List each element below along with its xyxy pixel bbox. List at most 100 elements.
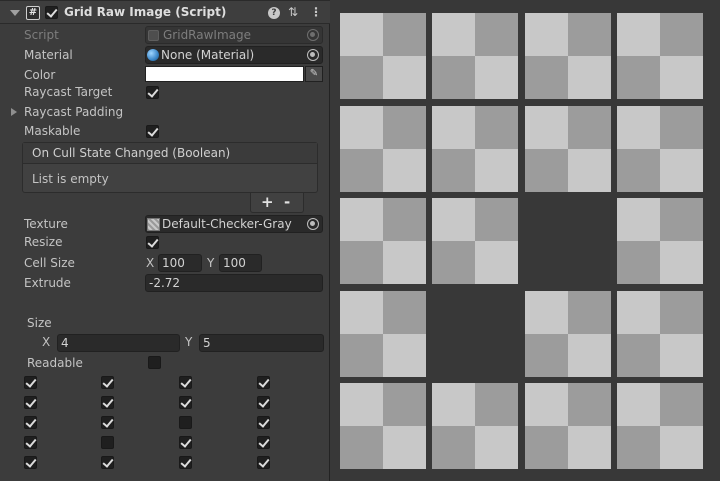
resize-label: Resize [24,235,63,249]
color-swatch[interactable] [145,66,304,82]
checker-cell [340,106,426,192]
checker-cell [617,106,703,192]
readable-checkbox[interactable] [148,356,161,369]
cell-toggle-checkbox[interactable] [179,396,192,409]
texture-picker-icon[interactable] [307,218,319,230]
grid-image-preview [331,0,720,481]
checker-cell [525,291,611,377]
size-x-value: 4 [61,336,69,350]
cell-toggle-checkbox[interactable] [24,456,37,469]
size-y-field[interactable]: 5 [199,334,324,352]
texture-value: Default-Checker-Gray [162,217,292,231]
size-x-field[interactable]: 4 [57,334,180,352]
checker-cell [617,198,703,284]
checker-cell [525,106,611,192]
maskable-label: Maskable [24,124,81,138]
cell-size-y-value: 100 [223,256,246,270]
cell-toggle-checkbox[interactable] [24,436,37,449]
cell-toggle-checkbox[interactable] [24,376,37,389]
maskable-checkbox[interactable] [146,125,159,138]
material-label: Material [24,48,73,62]
inspector-panel: # Grid Raw Image (Script) ? ⇅ ⋮ Script G… [0,0,330,481]
checker-cell [340,291,426,377]
color-label: Color [24,68,56,82]
checker-cell [525,383,611,469]
checker-cell [525,13,611,99]
cell-size-x-field[interactable]: 100 [158,254,202,272]
cell-toggle-checkbox[interactable] [257,436,270,449]
component-title: Grid Raw Image (Script) [64,5,227,19]
cell-toggle-checkbox[interactable] [257,376,270,389]
cull-state-event-list: On Cull State Changed (Boolean) List is … [22,142,318,193]
add-event-button[interactable]: + [261,193,274,211]
event-list-title: On Cull State Changed (Boolean) [32,146,231,160]
checker-cell [617,291,703,377]
size-label: Size [27,316,52,330]
script-field: GridRawImage [145,26,323,44]
help-icon[interactable]: ? [268,7,280,19]
checker-cell [432,13,518,99]
size-x-label: X [42,335,51,349]
cell-toggle-checkbox[interactable] [101,376,114,389]
script-picker-icon [307,29,319,41]
raycast-padding-label[interactable]: Raycast Padding [24,105,123,119]
checker-cell [432,198,518,284]
extrude-field[interactable]: -2.72 [145,274,323,292]
script-label: Script [24,28,59,42]
cell-toggle-checkbox[interactable] [179,436,192,449]
resize-checkbox[interactable] [146,236,159,249]
script-asset-icon [148,30,159,41]
checker-cell [340,383,426,469]
kebab-menu-icon[interactable]: ⋮ [310,5,322,19]
event-list-empty-text: List is empty [32,172,109,186]
material-icon [147,49,159,61]
material-picker-icon[interactable] [307,49,319,61]
checker-cell [432,106,518,192]
checker-cell [340,198,426,284]
checker-cell [617,13,703,99]
cell-size-label: Cell Size [24,256,75,270]
cell-toggle-checkbox[interactable] [257,456,270,469]
cell-size-x-label: X [146,256,155,270]
checker-cell [340,13,426,99]
event-list-footer: + - [250,193,304,213]
cell-toggle-checkbox[interactable] [101,396,114,409]
raycast-target-label: Raycast Target [24,85,113,99]
component-header[interactable]: # Grid Raw Image (Script) ? ⇅ ⋮ [0,0,330,24]
eyedropper-icon[interactable]: ✎ [305,66,323,82]
size-y-value: 5 [203,336,211,350]
component-enabled-checkbox[interactable] [45,6,58,19]
cell-toggle-checkbox[interactable] [257,416,270,429]
cell-toggle-checkbox[interactable] [179,376,192,389]
raycast-padding-foldout-icon[interactable] [11,108,17,116]
extrude-label: Extrude [24,276,71,290]
cell-toggle-checkbox[interactable] [179,456,192,469]
texture-icon [147,218,160,231]
event-list-header: On Cull State Changed (Boolean) [23,143,317,164]
cell-toggle-checkbox[interactable] [101,456,114,469]
cell-toggle-checkbox[interactable] [24,396,37,409]
foldout-arrow-icon[interactable] [10,10,20,16]
cell-size-y-field[interactable]: 100 [219,254,262,272]
script-value: GridRawImage [163,28,252,42]
cell-size-y-label: Y [207,256,215,270]
cell-toggle-checkbox[interactable] [101,416,114,429]
raycast-target-checkbox[interactable] [146,86,159,99]
cell-toggle-checkbox[interactable] [179,416,192,429]
extrude-value: -2.72 [149,276,181,290]
checker-cell [432,383,518,469]
checker-cell [617,383,703,469]
cell-toggle-checkbox[interactable] [257,396,270,409]
script-icon: # [26,6,40,20]
presets-icon[interactable]: ⇅ [288,5,298,19]
readable-label: Readable [27,356,83,370]
texture-field[interactable]: Default-Checker-Gray [145,215,323,233]
size-y-label: Y [185,335,193,349]
cell-toggle-checkbox[interactable] [101,436,114,449]
material-value: None (Material) [161,48,255,62]
cell-size-x-value: 100 [162,256,185,270]
remove-event-button[interactable]: - [284,193,290,211]
material-field[interactable]: None (Material) [145,46,323,64]
texture-label: Texture [24,217,68,231]
cell-toggle-checkbox[interactable] [24,416,37,429]
